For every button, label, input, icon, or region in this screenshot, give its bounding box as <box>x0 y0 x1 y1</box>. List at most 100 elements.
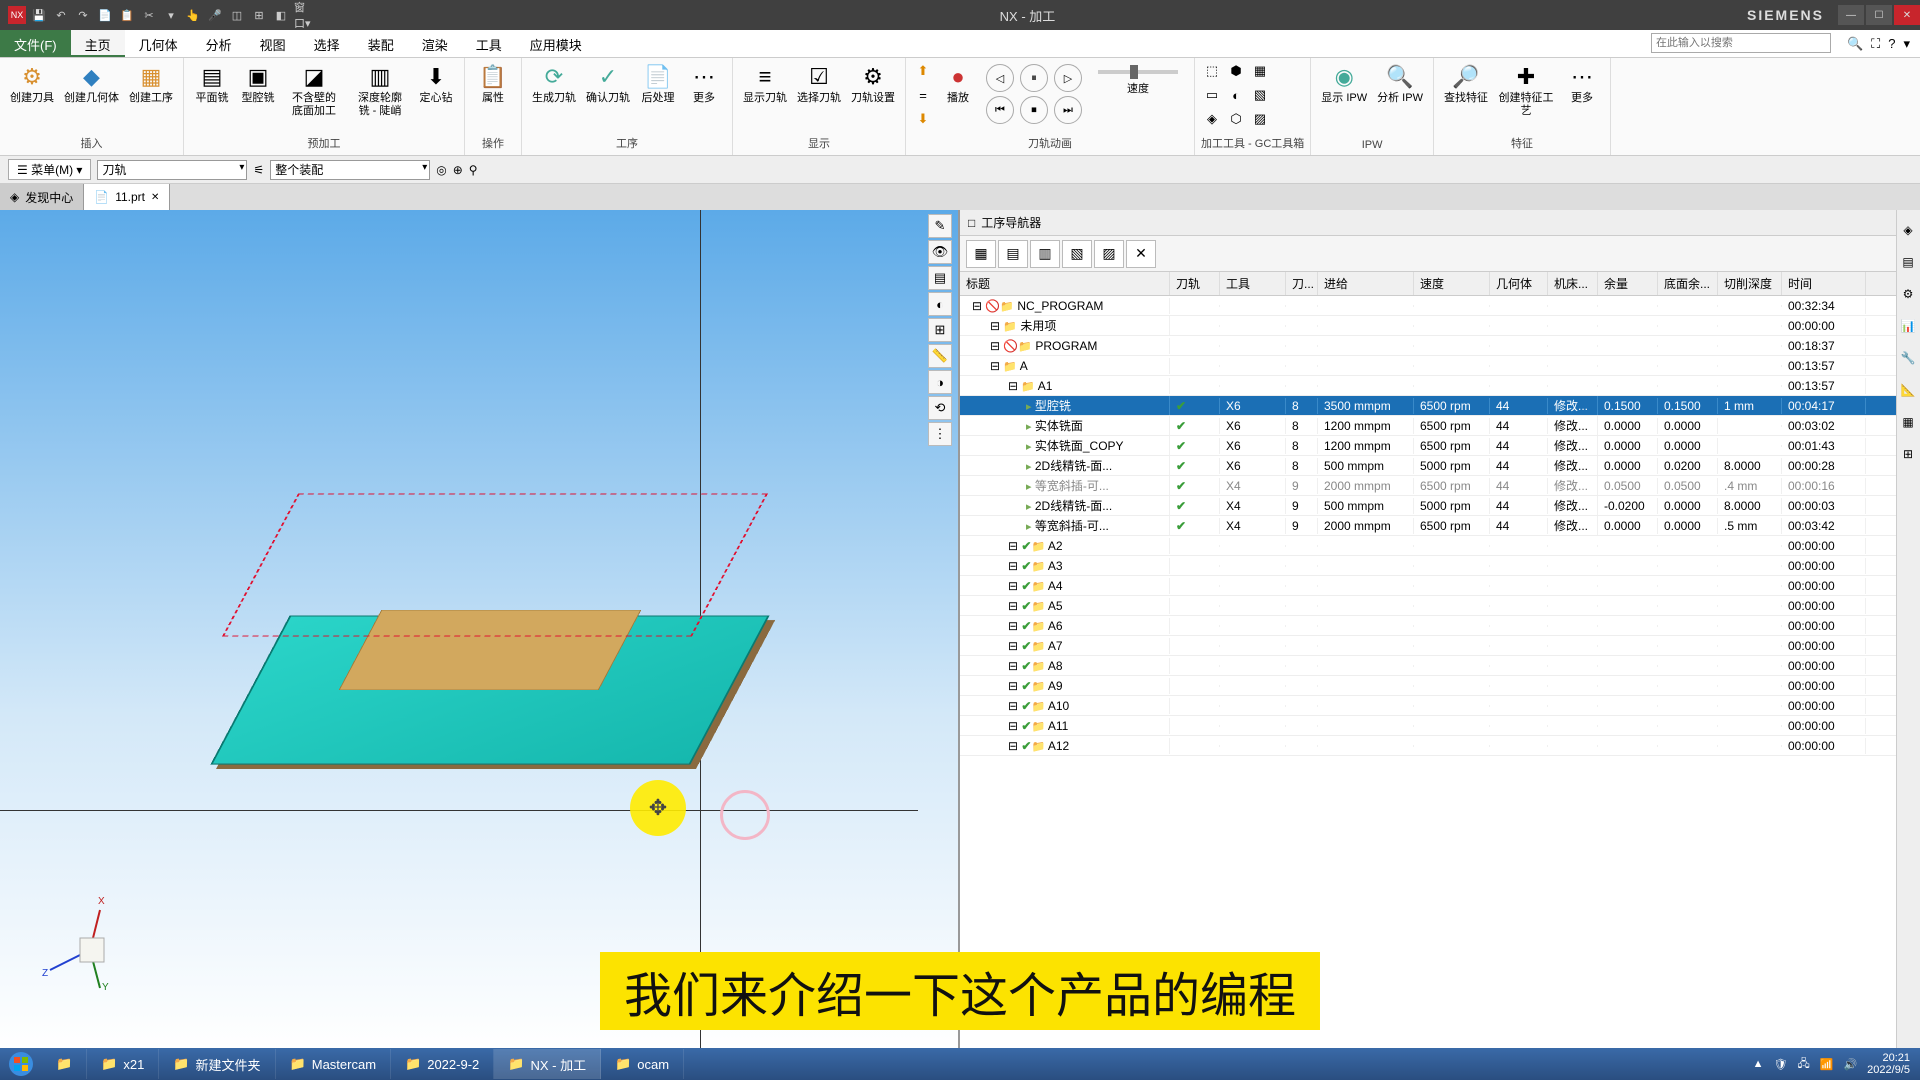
table-row[interactable]: ⊟ ✔📁 A200:00:00 <box>960 536 1920 556</box>
pin-icon[interactable]: □ <box>968 216 975 230</box>
up-arrow-icon[interactable]: ⬆ <box>912 60 934 82</box>
postprocess-button[interactable]: 📄后处理 <box>636 60 680 107</box>
close-button[interactable]: ✕ <box>1894 5 1920 25</box>
planar-mill-button[interactable]: ▤平面铣 <box>190 60 234 107</box>
nav-view2-icon[interactable]: ▤ <box>998 240 1028 268</box>
tab-view[interactable]: 视图 <box>246 30 300 57</box>
col-tool[interactable]: 工具 <box>1220 272 1286 295</box>
undo-icon[interactable]: ↶ <box>52 6 70 24</box>
search-icon[interactable]: 🔍 <box>1847 36 1863 52</box>
table-row[interactable]: ▸ 等宽斜插-可...✔X492000 mmpm6500 rpm44修改...0… <box>960 476 1920 496</box>
window1-icon[interactable]: ◫ <box>228 6 246 24</box>
more-op-button[interactable]: ⋯更多 <box>682 60 726 107</box>
tab-render[interactable]: 渲染 <box>408 30 462 57</box>
table-row[interactable]: ⊟ ✔📁 A600:00:00 <box>960 616 1920 636</box>
tab-file-11[interactable]: 📄 11.prt ✕ <box>84 184 170 210</box>
minimize-button[interactable]: — <box>1838 5 1864 25</box>
rail-icon-4[interactable]: 📊 <box>1897 312 1919 340</box>
col-toolholder[interactable]: 刀... <box>1286 272 1318 295</box>
down-arrow-icon[interactable]: ⬇ <box>912 108 934 130</box>
toolpath-settings-button[interactable]: ⚙刀轨设置 <box>847 60 899 107</box>
rail-icon-2[interactable]: ▤ <box>1897 248 1919 276</box>
play-icon[interactable]: ▷ <box>1054 64 1082 92</box>
gc1-icon[interactable]: ⬚ <box>1201 60 1223 82</box>
navigator-table[interactable]: 标题 刀轨 工具 刀... 进给 速度 几何体 机床... 余量 底面余... … <box>960 272 1920 1050</box>
table-row[interactable]: ⊟ ✔📁 A500:00:00 <box>960 596 1920 616</box>
skip-back-icon[interactable]: ⏮ <box>986 96 1014 124</box>
col-floor[interactable]: 底面余... <box>1658 272 1718 295</box>
touch-icon[interactable]: 👆 <box>184 6 202 24</box>
nav-view3-icon[interactable]: ▥ <box>1030 240 1060 268</box>
menu-button[interactable]: ☰ 菜单(M) ▾ <box>8 159 91 180</box>
redo-icon[interactable]: ↷ <box>74 6 92 24</box>
tab-tool[interactable]: 工具 <box>462 30 516 57</box>
col-feed[interactable]: 进给 <box>1318 272 1414 295</box>
vp-edit-icon[interactable]: ✎ <box>928 214 952 238</box>
gc5-icon[interactable]: ◐ <box>1225 84 1247 106</box>
fullscreen-icon[interactable]: ⛶ <box>1871 36 1880 52</box>
vp-hide-icon[interactable]: 👁 <box>928 240 952 264</box>
taskbar-item[interactable]: 📁NX - 加工 <box>494 1049 601 1079</box>
table-row[interactable]: ⊟ ✔📁 A1200:00:00 <box>960 736 1920 756</box>
tab-home[interactable]: 主页 <box>71 30 125 57</box>
create-feature-button[interactable]: ✚创建特征工艺 <box>1494 60 1558 120</box>
view-triad[interactable]: Z X Y <box>40 890 140 990</box>
taskbar-item[interactable]: 📁ocam <box>601 1049 684 1079</box>
col-title[interactable]: 标题 <box>960 272 1170 295</box>
window-dd-icon[interactable]: 窗口▾ <box>294 6 312 24</box>
vp-layer-icon[interactable]: ▤ <box>928 266 952 290</box>
gc9-icon[interactable]: ▨ <box>1249 108 1271 130</box>
3d-viewport[interactable]: ✥ Z X Y ✎ 👁 ▤ ◐ ⊞ 📏 ◑ ⟲ ⋮ <box>0 210 960 1050</box>
paste-icon[interactable]: 📋 <box>118 6 136 24</box>
taskbar-item[interactable]: 📁Mastercam <box>276 1049 391 1079</box>
taskbar-item[interactable]: 📁x21 <box>87 1049 159 1079</box>
table-row[interactable]: ⊟ ✔📁 A400:00:00 <box>960 576 1920 596</box>
tab-analysis[interactable]: 分析 <box>192 30 246 57</box>
vp-clip-icon[interactable]: ◐ <box>928 292 952 316</box>
play-more-button[interactable]: ●播放 <box>936 60 980 107</box>
filter-dropdown-1[interactable]: 刀轨 <box>97 160 247 180</box>
drill-button[interactable]: ⬇定心钻 <box>414 60 458 107</box>
save-icon[interactable]: 💾 <box>30 6 48 24</box>
equals-icon[interactable]: = <box>912 84 934 106</box>
col-speed[interactable]: 速度 <box>1414 272 1490 295</box>
rail-icon-7[interactable]: ▦ <box>1897 408 1919 436</box>
nav-close-icon[interactable]: ✕ <box>1126 240 1156 268</box>
table-row[interactable]: ⊟ 🚫📁 NC_PROGRAM00:32:34 <box>960 296 1920 316</box>
table-row[interactable]: ⊟ ✔📁 A900:00:00 <box>960 676 1920 696</box>
tray-icon-2[interactable]: 🛡 <box>1774 1058 1788 1071</box>
vp-wcs-icon[interactable]: ⊞ <box>928 318 952 342</box>
search-input[interactable] <box>1651 33 1831 53</box>
select-toolpath-button[interactable]: ☑选择刀轨 <box>793 60 845 107</box>
gc4-icon[interactable]: ⬢ <box>1225 60 1247 82</box>
tray-volume-icon[interactable]: 🔊 <box>1843 1058 1857 1071</box>
table-row[interactable]: ⊟ 📁 A100:13:57 <box>960 376 1920 396</box>
table-row[interactable]: ▸ 2D线精铣-面...✔X68500 mmpm5000 rpm44修改...0… <box>960 456 1920 476</box>
verify-button[interactable]: ✓确认刀轨 <box>582 60 634 107</box>
show-ipw-button[interactable]: ◉显示 IPW <box>1317 60 1371 107</box>
table-row[interactable]: ▸ 等宽斜插-可...✔X492000 mmpm6500 rpm44修改...0… <box>960 516 1920 536</box>
rail-icon-8[interactable]: ⊞ <box>1897 440 1919 468</box>
tab-assembly[interactable]: 装配 <box>354 30 408 57</box>
properties-button[interactable]: 📋属性 <box>471 60 515 107</box>
gc8-icon[interactable]: ▧ <box>1249 84 1271 106</box>
tab-discover[interactable]: ◈ 发现中心 <box>0 184 84 210</box>
rail-icon-5[interactable]: 🔧 <box>1897 344 1919 372</box>
more-feat-button[interactable]: ⋯更多 <box>1560 60 1604 107</box>
table-row[interactable]: ▸ 实体铣面_COPY✔X681200 mmpm6500 rpm44修改...0… <box>960 436 1920 456</box>
window2-icon[interactable]: ⊞ <box>250 6 268 24</box>
create-op-button[interactable]: ▦创建工序 <box>125 60 177 107</box>
analyze-ipw-button[interactable]: 🔍分析 IPW <box>1373 60 1427 107</box>
nav-view5-icon[interactable]: ▨ <box>1094 240 1124 268</box>
sel-icon-3[interactable]: ⚲ <box>469 163 478 177</box>
col-stock[interactable]: 余量 <box>1598 272 1658 295</box>
show-toolpath-button[interactable]: ≡显示刀轨 <box>739 60 791 107</box>
table-row[interactable]: ⊟ ✔📁 A1000:00:00 <box>960 696 1920 716</box>
vp-more-icon[interactable]: ⋮ <box>928 422 952 446</box>
rail-icon-6[interactable]: 📐 <box>1897 376 1919 404</box>
table-row[interactable]: ⊟ ✔📁 A300:00:00 <box>960 556 1920 576</box>
create-geom-button[interactable]: ◆创建几何体 <box>60 60 123 107</box>
gc2-icon[interactable]: ▭ <box>1201 84 1223 106</box>
pause-icon[interactable]: ⏸ <box>1020 64 1048 92</box>
taskbar-item[interactable]: 📁新建文件夹 <box>159 1049 275 1079</box>
